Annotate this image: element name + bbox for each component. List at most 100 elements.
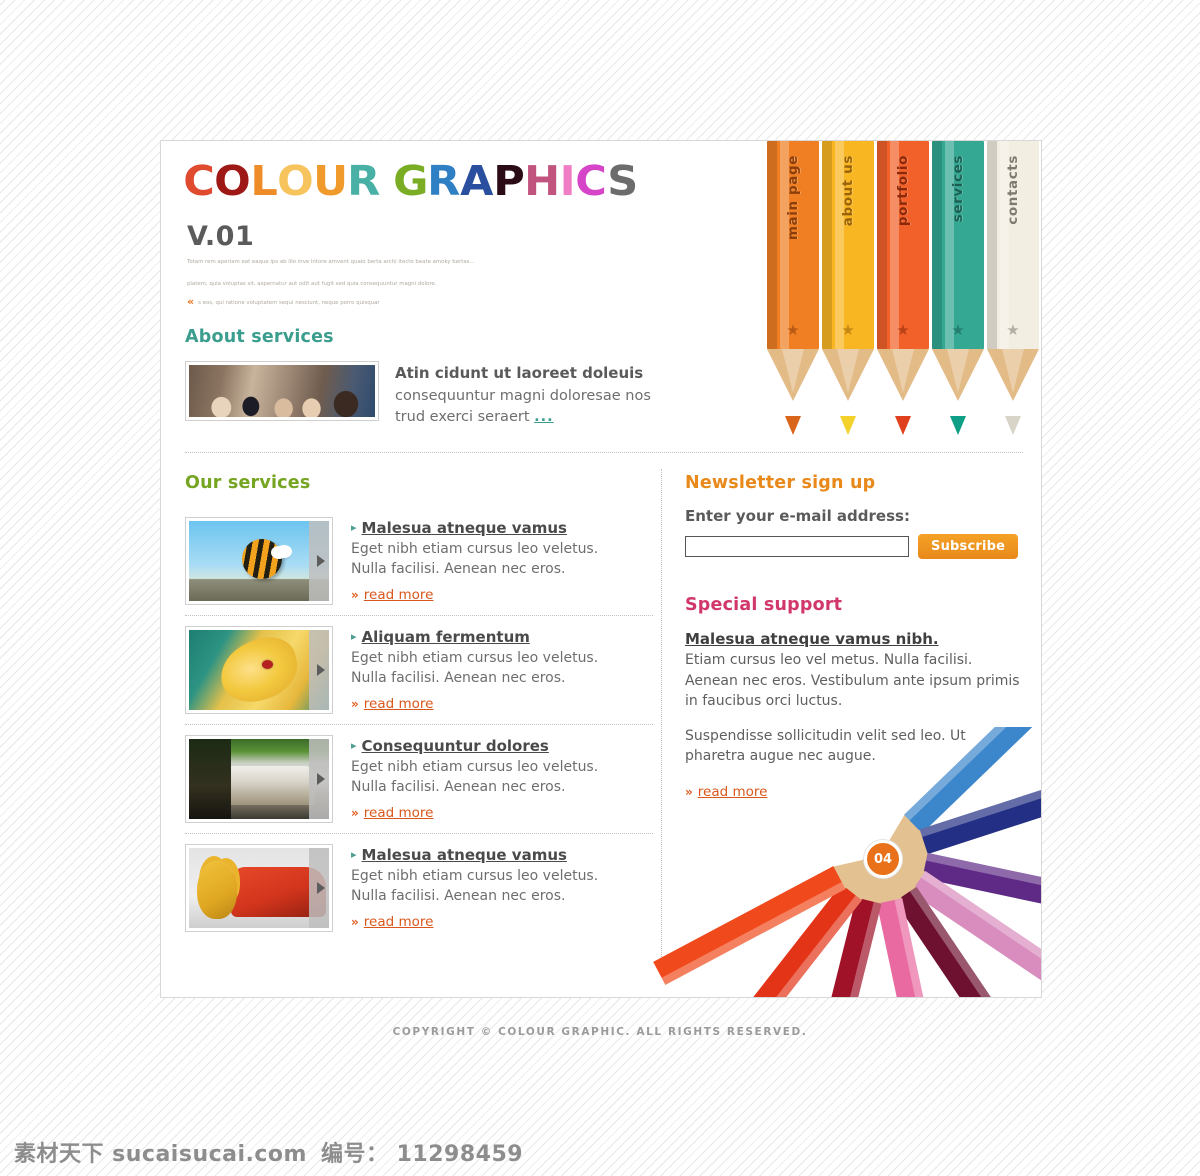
nav-item-label: portfolio <box>895 155 911 227</box>
logo-letter: O <box>277 157 315 205</box>
logo-letter: G <box>392 157 430 205</box>
pencil-lead <box>862 851 883 869</box>
horizontal-divider <box>185 452 1023 453</box>
service-read-more-link[interactable]: read more <box>364 805 434 821</box>
email-input[interactable] <box>685 536 909 557</box>
subscribe-button[interactable]: Subscribe <box>918 534 1019 559</box>
service-read-more-link[interactable]: read more <box>364 587 434 603</box>
decorative-pencil <box>806 852 893 997</box>
service-description-line: Nulla facilisi. Aenean nec eros. <box>351 779 566 795</box>
service-read-more-row: » read more <box>351 911 598 930</box>
star-icon: ★ <box>896 321 910 339</box>
star-icon: ★ <box>841 321 855 339</box>
about-body-line-1: consequuntur magni doloresae nos <box>395 388 651 404</box>
triangle-bullet-icon: ▸ <box>351 848 357 861</box>
support-headline-link[interactable]: Malesua atneque vamus nibh. <box>685 630 939 648</box>
newsletter-title: Newsletter sign up <box>685 473 876 493</box>
pencil-lead <box>871 854 885 874</box>
about-headline: Atin cidunt ut laoreet doleuis <box>395 364 644 382</box>
nav-item-about-us[interactable]: about us ★ <box>822 141 874 435</box>
support-paragraph-1: Etiam cursus leo vel metus. Nulla facili… <box>685 652 1020 709</box>
service-description: Eget nibh etiam cursus leo veletus. Nulla… <box>351 866 598 906</box>
nav-item-services[interactable]: services ★ <box>932 141 984 435</box>
pencil-wood <box>831 844 887 891</box>
nav-item-main-page[interactable]: main page ★ <box>767 141 819 435</box>
intro-paragraph-1: Totam rem aperiam eat eaque ips ab illo … <box>187 259 475 265</box>
service-read-more-link[interactable]: read more <box>364 696 434 712</box>
pencil-wood <box>767 349 819 435</box>
logo-letter: R <box>347 157 382 205</box>
newsletter-label: Enter your e-mail address: <box>685 507 910 525</box>
pencil-wood <box>870 813 924 866</box>
watermark-id: 编号： 11298459 <box>320 1142 524 1167</box>
service-thumbnail-frame[interactable] <box>185 844 333 932</box>
play-arrow-icon[interactable] <box>317 664 325 676</box>
service-title-link[interactable]: Consequuntur dolores <box>362 737 549 755</box>
special-support-title: Special support <box>685 595 843 615</box>
about-more-link[interactable]: ... <box>534 409 554 425</box>
service-thumbnail <box>189 521 329 601</box>
double-chevron-right-icon: » <box>685 784 693 799</box>
pencil-wood <box>872 845 928 894</box>
service-title-link[interactable]: Malesua atneque vamus <box>362 846 567 864</box>
play-arrow-icon[interactable] <box>317 773 325 785</box>
nav-item-label: services <box>950 155 966 223</box>
triangle-bullet-icon: ▸ <box>351 521 357 534</box>
service-thumbnail <box>189 848 329 928</box>
pencil-barrel: main page ★ <box>767 141 819 349</box>
pencil-barrel: about us ★ <box>822 141 874 349</box>
service-description-line: Eget nibh etiam cursus leo veletus. <box>351 868 599 884</box>
triangle-bullet-icon: ▸ <box>351 739 357 752</box>
service-thumbnail-frame[interactable] <box>185 735 333 823</box>
service-title-row: ▸ Aliquam fermentum <box>351 627 598 648</box>
pencil-barrel: services ★ <box>932 141 984 349</box>
pencil-lead <box>865 852 884 873</box>
our-services-title: Our services <box>185 473 311 493</box>
service-title-link[interactable]: Malesua atneque vamus <box>362 519 567 537</box>
about-photo-frame <box>185 361 379 421</box>
logo-letter: L <box>250 157 279 205</box>
service-title-link[interactable]: Aliquam fermentum <box>362 628 530 646</box>
service-read-more-link[interactable]: read more <box>364 914 434 930</box>
pencil-tip <box>895 416 911 435</box>
play-arrow-icon[interactable] <box>317 882 325 894</box>
about-services-title: About services <box>185 327 334 347</box>
pencil-lead <box>876 840 896 860</box>
main-navigation: main page ★ about us ★ portfolio ★ services ★ co… <box>718 141 1041 441</box>
pencil-barrel: contacts ★ <box>987 141 1039 349</box>
triangle-bullet-icon: ▸ <box>351 630 357 643</box>
star-icon: ★ <box>786 321 800 339</box>
pencil-tip <box>1005 416 1021 435</box>
pencil-body <box>910 870 1041 997</box>
pencil-body <box>894 886 1031 997</box>
nav-item-contacts[interactable]: contacts ★ <box>987 141 1039 435</box>
logo-letter: O <box>214 157 252 205</box>
pencil-wood <box>840 847 891 902</box>
service-text-block: ▸ Consequuntur dolores Eget nibh etiam cur… <box>351 735 598 821</box>
nav-item-label: main page <box>785 155 801 241</box>
service-read-more-row: » read more <box>351 584 598 603</box>
service-thumbnail-frame[interactable] <box>185 626 333 714</box>
service-description-line: Eget nibh etiam cursus leo veletus. <box>351 650 599 666</box>
play-arrow-icon[interactable] <box>317 555 325 567</box>
pencil-tip <box>785 416 801 435</box>
logo-space <box>381 161 395 202</box>
nav-item-portfolio[interactable]: portfolio ★ <box>877 141 929 435</box>
service-description: Eget nibh etiam cursus leo veletus. Nulla… <box>351 757 598 797</box>
decorative-pencil <box>869 848 1031 997</box>
decorative-pencil <box>653 844 887 985</box>
logo-letter: R <box>427 157 462 205</box>
newsletter-form: Subscribe <box>685 534 1023 559</box>
logo-letter: C <box>575 157 609 205</box>
special-support-section: Special support Malesua atneque vamus ni… <box>685 595 1023 800</box>
pencil-lead <box>878 845 898 861</box>
pencil-wood <box>867 853 903 906</box>
intro-paragraph-2: platem, quia voluptas sit, aspernatur au… <box>187 281 437 287</box>
pencil-wood <box>932 349 984 435</box>
service-description-line: Eget nibh etiam cursus leo veletus. <box>351 759 599 775</box>
support-read-more-link[interactable]: read more <box>698 784 768 800</box>
service-description: Eget nibh etiam cursus leo veletus. Nulla… <box>351 539 598 579</box>
pencil-lead <box>875 853 894 873</box>
service-thumbnail-frame[interactable] <box>185 517 333 605</box>
service-description-line: Nulla facilisi. Aenean nec eros. <box>351 888 566 904</box>
